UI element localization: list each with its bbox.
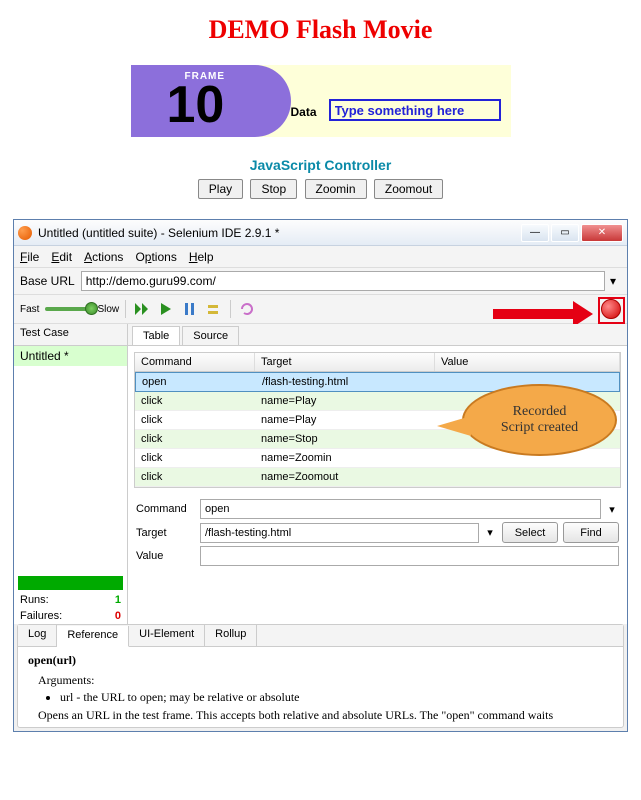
step-icon[interactable]: [204, 299, 224, 319]
main-tabs: Table Source: [128, 324, 627, 346]
stop-button[interactable]: Stop: [250, 179, 297, 199]
table-row[interactable]: clickname=Play: [135, 392, 620, 411]
tab-source[interactable]: Source: [182, 326, 239, 345]
titlebar: Untitled (untitled suite) - Selenium IDE…: [14, 220, 627, 246]
maximize-button[interactable]: ▭: [551, 224, 579, 242]
bottom-tabs: Log Reference UI-Element Rollup: [18, 625, 623, 647]
tab-log[interactable]: Log: [18, 625, 57, 646]
command-input[interactable]: [200, 499, 601, 519]
menu-file[interactable]: File: [20, 250, 39, 264]
toolbar: Fast Slow: [14, 294, 627, 324]
flash-data-input[interactable]: [329, 99, 501, 121]
baseurl-row: Base URL ▾: [14, 268, 627, 294]
controller-title: JavaScript Controller: [0, 157, 641, 173]
menu-help[interactable]: Help: [189, 250, 214, 264]
target-input[interactable]: [200, 523, 479, 543]
target-dropdown-icon[interactable]: ▾: [483, 526, 497, 539]
record-button[interactable]: [601, 299, 621, 319]
sidebar: Test Case Untitled * Runs:1 Failures:0: [14, 324, 128, 624]
table-row[interactable]: clickname=Stop: [135, 430, 620, 449]
table-row[interactable]: open/flash-testing.html: [135, 372, 620, 392]
app-icon: [18, 226, 32, 240]
table-row[interactable]: clickname=Play: [135, 411, 620, 430]
separator: [125, 300, 126, 318]
testcase-header[interactable]: Test Case: [14, 324, 127, 346]
baseurl-dropdown-icon[interactable]: ▾: [605, 274, 621, 288]
menu-options[interactable]: Options: [135, 250, 176, 264]
flash-frame-number: 10: [167, 79, 225, 131]
find-button[interactable]: Find: [563, 522, 619, 543]
selenium-ide-window: Untitled (untitled suite) - Selenium IDE…: [13, 219, 628, 732]
pause-icon[interactable]: [180, 299, 200, 319]
window-title: Untitled (untitled suite) - Selenium IDE…: [38, 226, 519, 240]
flash-movie-box: FRAME 10 Data: [131, 65, 511, 137]
main-area: Table Source Command Target Value open/f…: [128, 324, 627, 624]
command-table: Command Target Value open/flash-testing.…: [134, 352, 621, 488]
play-button[interactable]: Play: [198, 179, 243, 199]
flash-data-label: Data: [291, 105, 317, 119]
zoomout-button[interactable]: Zoomout: [374, 179, 443, 199]
command-form: Command ▾ Target ▾ Select Find Value: [128, 494, 627, 575]
target-label: Target: [136, 527, 200, 539]
separator: [230, 300, 231, 318]
ref-args-label: Arguments:: [38, 673, 613, 689]
table-row[interactable]: clickname=Zoomout: [135, 468, 620, 487]
failures-stat: Failures:0: [14, 608, 127, 624]
col-command: Command: [135, 353, 255, 371]
tab-rollup[interactable]: Rollup: [205, 625, 257, 646]
ref-desc: Opens an URL in the test frame. This acc…: [38, 708, 613, 724]
baseurl-label: Base URL: [20, 274, 75, 288]
menu-edit[interactable]: Edit: [51, 250, 72, 264]
col-value: Value: [435, 353, 620, 371]
table-row[interactable]: clickname=Zoomin: [135, 449, 620, 468]
testcase-item[interactable]: Untitled *: [14, 346, 127, 366]
command-label: Command: [136, 503, 200, 515]
zoomin-button[interactable]: Zoomin: [305, 179, 367, 199]
play-all-icon[interactable]: [132, 299, 152, 319]
table-header: Command Target Value: [135, 353, 620, 372]
command-dropdown-icon[interactable]: ▾: [605, 503, 619, 516]
controller-buttons: Play Stop Zoomin Zoomout: [0, 179, 641, 199]
tab-uielement[interactable]: UI-Element: [129, 625, 205, 646]
col-target: Target: [255, 353, 435, 371]
tab-table[interactable]: Table: [132, 326, 180, 345]
minimize-button[interactable]: —: [521, 224, 549, 242]
speed-slider[interactable]: [45, 307, 93, 311]
menubar: File Edit Actions Options Help: [14, 246, 627, 268]
close-button[interactable]: ✕: [581, 224, 623, 242]
speed-slow-label: Slow: [97, 304, 119, 315]
play-icon[interactable]: [156, 299, 176, 319]
speed-fast-label: Fast: [20, 304, 39, 315]
progress-bar: [18, 576, 123, 590]
runs-stat: Runs:1: [14, 592, 127, 608]
value-label: Value: [136, 550, 200, 562]
tab-reference[interactable]: Reference: [57, 626, 129, 647]
refresh-icon[interactable]: [237, 299, 257, 319]
select-button[interactable]: Select: [502, 522, 558, 543]
reference-body: open(url) Arguments: url - the URL to op…: [18, 647, 623, 727]
value-input[interactable]: [200, 546, 619, 566]
ref-cmd-name: open(url): [28, 653, 76, 667]
page-title: DEMO Flash Movie: [0, 15, 641, 45]
baseurl-input[interactable]: [81, 271, 605, 291]
ref-arg1: url - the URL to open; may be relative o…: [60, 690, 613, 706]
menu-actions[interactable]: Actions: [84, 250, 123, 264]
bottom-panel: Log Reference UI-Element Rollup open(url…: [17, 624, 624, 728]
